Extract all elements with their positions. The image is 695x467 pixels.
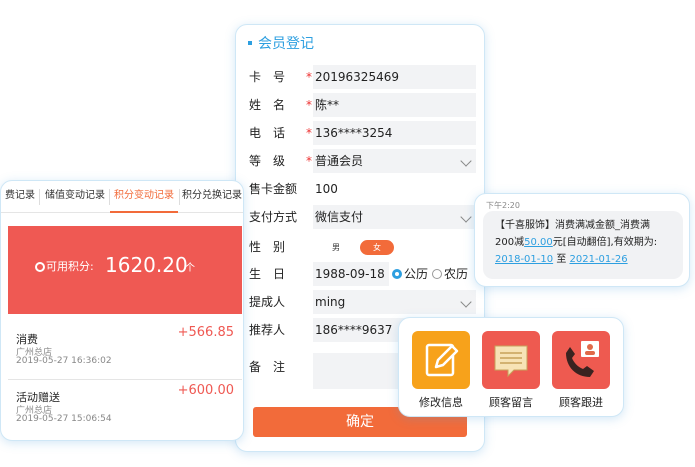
- sms-amount-link[interactable]: 50.00: [524, 237, 553, 248]
- label-remark: 备 注: [249, 360, 286, 374]
- coin-icon: [35, 262, 45, 272]
- tab-divider: [39, 189, 40, 205]
- radio-unselected-icon: [432, 269, 442, 279]
- row-card-number: 卡 号 * 20196325469: [236, 65, 484, 89]
- sms-text: 200减: [495, 237, 525, 248]
- record-amount: +566.85: [177, 325, 234, 340]
- card-number-input[interactable]: 20196325469: [313, 65, 476, 89]
- commission-select[interactable]: ming: [313, 290, 476, 314]
- sms-date-to-link[interactable]: 2021-01-26: [570, 254, 628, 265]
- points-record-panel: 费记录 储值变动记录 积分变动记录 积分兑换记录 可用积分: 1620.20 个…: [0, 180, 244, 441]
- label-card-number: 卡 号: [249, 70, 286, 84]
- tab-divider: [179, 189, 180, 205]
- sms-date-from-link[interactable]: 2018-01-10: [495, 254, 553, 265]
- label-name: 姓 名: [249, 98, 286, 112]
- payment-value: 微信支付: [315, 210, 364, 224]
- row-gender: 性 别 男 女: [236, 235, 484, 259]
- tab-stored-value-record[interactable]: 储值变动记录: [43, 181, 107, 213]
- list-item[interactable]: 消费 广州总店 2019-05-27 16:36:02 +566.85: [1, 323, 243, 381]
- row-card-amount: 售卡金额 100: [236, 177, 484, 201]
- title-marker-icon: [248, 41, 252, 45]
- row-commission: 提成人 ming: [236, 290, 484, 314]
- label-gender: 性 别: [249, 240, 286, 254]
- customer-message-label: 顾客留言: [489, 396, 533, 409]
- tab-points-change-record[interactable]: 积分变动记录: [110, 181, 178, 213]
- tab-points-exchange-record[interactable]: 积分兑换记录: [181, 181, 243, 213]
- divider: [8, 379, 242, 380]
- label-card-amount: 售卡金额: [249, 182, 298, 196]
- level-value: 普通会员: [315, 154, 364, 168]
- list-item[interactable]: 活动赠送 广州总店 2019-05-27 15:06:54 +600.00: [1, 381, 243, 439]
- edit-info-label: 修改信息: [419, 396, 463, 409]
- sms-line-2: 200减50.00元[自动翻倍],有效期为:: [495, 234, 677, 251]
- sms-time: 下午2:20: [486, 201, 520, 210]
- card-amount-input[interactable]: 100: [313, 177, 476, 201]
- balance-value: 1620.20: [105, 253, 188, 277]
- sms-line-3: 2018-01-10 至 2021-01-26: [495, 251, 677, 268]
- chevron-down-icon: [460, 155, 472, 167]
- record-time: 2019-05-27 15:06:54: [16, 414, 112, 424]
- solar-label: 公历: [404, 267, 429, 281]
- label-referrer: 推荐人: [249, 323, 286, 337]
- record-time: 2019-05-27 16:36:02: [16, 356, 112, 366]
- payment-select[interactable]: 微信支付: [313, 205, 476, 229]
- form-header: 会员登记: [236, 25, 484, 61]
- sms-line-1: 【千喜服饰】消费满减金额_消费满: [495, 220, 650, 231]
- level-select[interactable]: 普通会员: [313, 149, 476, 173]
- gender-option-male[interactable]: 男: [324, 240, 348, 255]
- sms-bubble: 【千喜服饰】消费满减金额_消费满 200减50.00元[自动翻倍],有效期为: …: [483, 211, 683, 279]
- phone-contact-icon: [552, 331, 610, 389]
- row-phone: 电 话 * 136****3254: [236, 121, 484, 145]
- balance-label: 可用积分:: [46, 260, 94, 273]
- edit-info-button[interactable]: 修改信息: [411, 331, 471, 410]
- customer-followup-button[interactable]: 顾客跟进: [551, 331, 611, 410]
- message-icon: [482, 331, 540, 389]
- birthday-input[interactable]: 1988-09-18: [313, 262, 389, 286]
- points-balance-banner: 可用积分: 1620.20 个: [8, 226, 242, 314]
- required-mark: *: [306, 70, 312, 84]
- label-level: 等 级: [249, 154, 286, 168]
- chevron-down-icon: [460, 211, 472, 223]
- gender-option-female[interactable]: 女: [360, 240, 394, 255]
- label-phone: 电 话: [249, 126, 286, 140]
- record-tabs: 费记录 储值变动记录 积分变动记录 积分兑换记录: [1, 181, 243, 213]
- row-level: 等 级 * 普通会员: [236, 149, 484, 173]
- sms-text: 元[自动翻倍],有效期为:: [552, 237, 658, 248]
- tab-consume-record[interactable]: 费记录: [5, 181, 35, 213]
- sms-text: 至: [556, 254, 567, 265]
- label-birthday: 生 日: [249, 267, 286, 281]
- lunar-label: 农历: [444, 267, 469, 281]
- label-payment: 支付方式: [249, 210, 298, 224]
- customer-followup-label: 顾客跟进: [559, 396, 603, 409]
- required-mark: *: [306, 154, 312, 168]
- calendar-solar-option[interactable]: 公历: [392, 262, 428, 286]
- form-title: 会员登记: [258, 36, 314, 52]
- radio-selected-icon: [392, 269, 402, 279]
- chevron-down-icon: [460, 296, 472, 308]
- balance-unit: 个: [185, 263, 195, 274]
- phone-input[interactable]: 136****3254: [313, 121, 476, 145]
- customer-message-button[interactable]: 顾客留言: [481, 331, 541, 410]
- row-birthday: 生 日 1988-09-18 公历 农历: [236, 262, 484, 286]
- commission-value: ming: [315, 295, 346, 309]
- required-mark: *: [306, 126, 312, 140]
- name-input[interactable]: 陈**: [313, 93, 476, 117]
- record-amount: +600.00: [177, 383, 234, 398]
- row-name: 姓 名 * 陈**: [236, 93, 484, 117]
- label-commission: 提成人: [249, 295, 286, 309]
- calendar-lunar-option[interactable]: 农历: [432, 262, 468, 286]
- row-payment: 支付方式 微信支付: [236, 205, 484, 229]
- sms-notification: 下午2:20 【千喜服饰】消费满减金额_消费满 200减50.00元[自动翻倍]…: [474, 193, 690, 287]
- required-mark: *: [306, 98, 312, 112]
- quick-actions-panel: 修改信息 顾客留言 顾客跟进: [398, 317, 624, 417]
- edit-icon: [412, 331, 470, 389]
